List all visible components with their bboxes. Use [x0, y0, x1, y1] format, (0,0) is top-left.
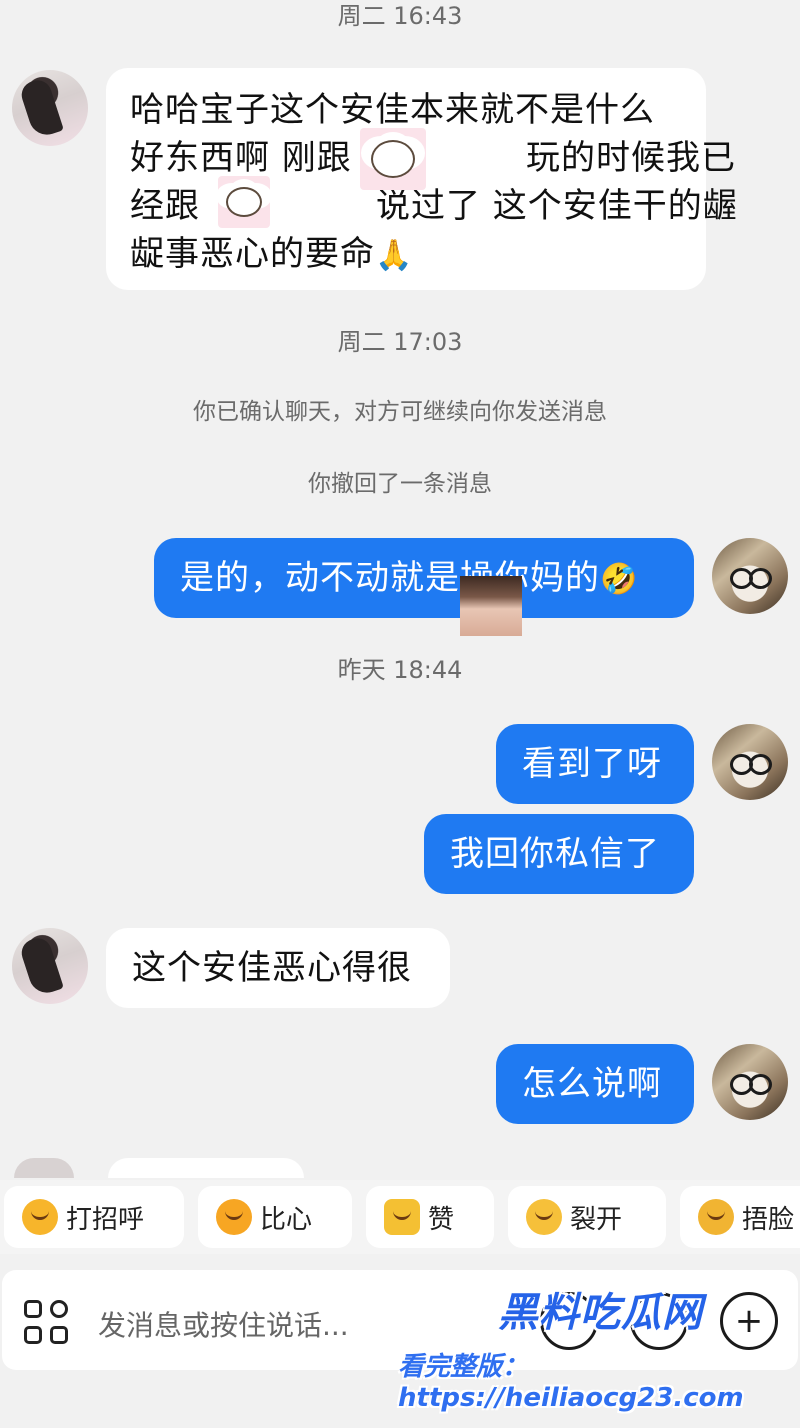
- contact-avatar[interactable]: [12, 70, 88, 146]
- quick-reply-label: 赞: [428, 1204, 455, 1235]
- message-text: 看到了呀: [522, 744, 662, 784]
- quick-reply-label: 比心: [260, 1204, 313, 1235]
- sticker-overlay-icon: [218, 176, 270, 228]
- quick-reply-heart-button[interactable]: 比心: [198, 1186, 352, 1248]
- photo-overlay: [460, 576, 522, 636]
- message-line: 经跟: [130, 186, 200, 226]
- my-avatar[interactable]: [712, 1044, 788, 1120]
- message-line: 龊事恶心的要命🙏: [130, 234, 414, 274]
- add-icon[interactable]: +: [720, 1292, 778, 1350]
- outgoing-message-bubble[interactable]: 怎么说啊: [496, 1044, 694, 1124]
- quick-reply-like-button[interactable]: 赞: [366, 1186, 494, 1248]
- message-text: 我回你私信了: [450, 834, 660, 874]
- message-line: 好东西啊 刚跟: [130, 138, 352, 178]
- watermark-logo: 黑料吃瓜网: [498, 1290, 703, 1336]
- quick-reply-greet-button[interactable]: 打招呼: [4, 1186, 184, 1248]
- my-avatar[interactable]: [712, 724, 788, 800]
- quick-reply-label: 打招呼: [66, 1204, 145, 1235]
- watermark-url: 看完整版：https://heiliaocg23.com: [398, 1352, 744, 1413]
- contact-avatar[interactable]: [14, 1158, 74, 1178]
- quick-reply-facepalm-button[interactable]: 捂脸: [680, 1186, 800, 1248]
- sticker-overlay-icon: [360, 128, 426, 190]
- system-notice: 你已确认聊天，对方可继续向你发送消息: [193, 399, 607, 425]
- facepalm-emoji-icon: [698, 1199, 734, 1235]
- quick-reply-bar[interactable]: 打招呼 比心 赞 裂开 捂脸: [0, 1180, 800, 1254]
- timestamp: 周二 16:43: [337, 2, 463, 30]
- message-text: 这个安佳恶心得很: [132, 948, 412, 988]
- timestamp: 周二 17:03: [337, 328, 463, 356]
- message-line: 说过了 这个安佳干的龌: [376, 186, 738, 226]
- thumbs-up-emoji-icon: [384, 1199, 420, 1235]
- outgoing-message-bubble[interactable]: 看到了呀: [496, 724, 694, 804]
- contact-avatar[interactable]: [12, 928, 88, 1004]
- pray-emoji-icon: 🙏: [375, 238, 414, 273]
- quick-reply-label: 捂脸: [742, 1204, 795, 1235]
- message-line: 哈哈宝子这个安佳本来就不是什么: [130, 90, 655, 130]
- incoming-message-bubble[interactable]: [108, 1158, 304, 1178]
- quick-reply-label: 裂开: [570, 1204, 623, 1235]
- message-text: 是的，动不动就是操你妈的: [180, 558, 600, 598]
- input-placeholder: 发消息或按住说话...: [98, 1309, 349, 1342]
- heart-hands-emoji-icon: [216, 1199, 252, 1235]
- laughing-emoji-icon: 🤣: [600, 562, 639, 597]
- outgoing-message-bubble[interactable]: 是的，动不动就是操你妈的🤣: [154, 538, 694, 618]
- apps-grid-icon[interactable]: [24, 1300, 70, 1346]
- outgoing-message-bubble[interactable]: 我回你私信了: [424, 814, 694, 894]
- timestamp: 昨天 18:44: [337, 656, 463, 684]
- message-line: 玩的时候我已: [526, 138, 736, 178]
- quick-reply-crack-button[interactable]: 裂开: [508, 1186, 666, 1248]
- system-notice: 你撤回了一条消息: [308, 471, 492, 497]
- incoming-message-bubble[interactable]: 这个安佳恶心得很: [106, 928, 450, 1008]
- crying-emoji-icon: [526, 1199, 562, 1235]
- message-text: 怎么说啊: [522, 1064, 662, 1104]
- my-avatar[interactable]: [712, 538, 788, 614]
- smile-emoji-icon: [22, 1199, 58, 1235]
